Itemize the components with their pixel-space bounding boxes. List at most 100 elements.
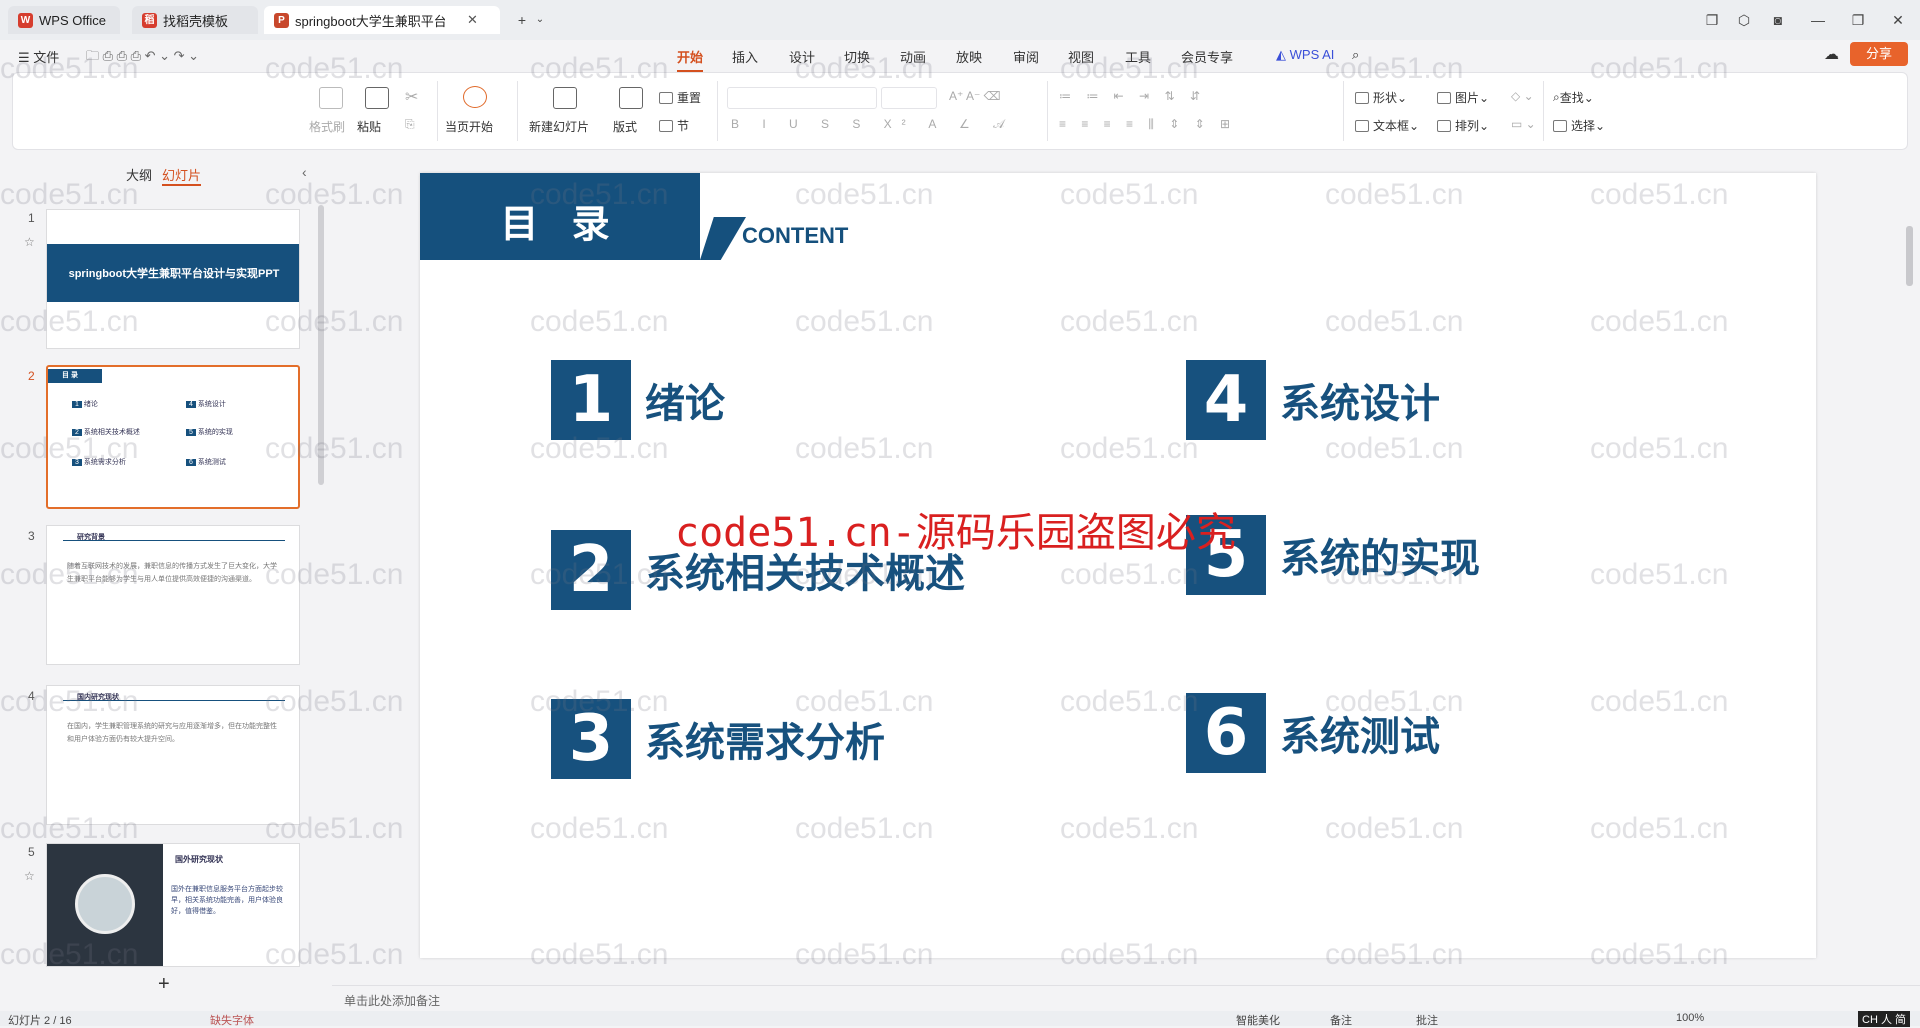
shape-button[interactable]: 形状 ⌄ <box>1355 89 1407 106</box>
list-buttons[interactable]: ≔ ≔ ⇤ ⇥ ⇅ ⇵ <box>1059 89 1206 103</box>
window-layout-icon[interactable]: ❐ <box>1702 10 1722 30</box>
tab-label: WPS Office <box>39 12 106 28</box>
tab-document[interactable]: Pspringboot大学生兼职平台 ✕ <box>264 6 500 34</box>
new-tab-icon[interactable]: + <box>512 10 532 30</box>
wps-ai-button[interactable]: ◭ WPS AI <box>1276 47 1334 63</box>
align-buttons[interactable]: ≡ ≡ ≡ ≡ ⫼ ⇕ ⇕ ⊞ <box>1059 117 1236 132</box>
toc-item-6[interactable]: 6 系统测试 <box>1186 693 1440 773</box>
menu-home[interactable]: 开始 <box>677 47 704 72</box>
ime-indicator[interactable]: CH 人 简 <box>1858 1011 1910 1027</box>
panel-scrollbar[interactable] <box>318 205 324 485</box>
text-format-buttons[interactable]: B I U S S X² A ∠ 𝒜 <box>731 117 1014 132</box>
menu-review[interactable]: 审阅 <box>1013 47 1039 66</box>
copy-icon[interactable]: ⎘ <box>405 117 415 132</box>
menu-bar: ☰ 文件 🗀 ⎙ ⎙ ⎙ ↶ ⌄ ↷ ⌄ 开始 插入 设计 切换 动画 放映 审… <box>0 40 1920 72</box>
toc-item-1[interactable]: 1 绪论 <box>551 360 725 440</box>
find-label: 查找 <box>1559 91 1584 105</box>
format-painter-button[interactable]: 格式刷 <box>309 118 345 135</box>
clock-image-icon <box>75 874 135 934</box>
collapse-panel-icon[interactable]: ‹ <box>302 164 307 180</box>
menu-design[interactable]: 设计 <box>789 47 815 66</box>
menu-slideshow[interactable]: 放映 <box>956 47 982 66</box>
toc-label: 绪论 <box>645 381 725 427</box>
restore-icon[interactable]: ❐ <box>1848 10 1868 30</box>
thumb-title: 目 录 <box>62 372 78 379</box>
menu-insert[interactable]: 插入 <box>732 47 758 66</box>
star-icon[interactable]: ☆ <box>24 869 35 883</box>
toc-number: 3 <box>551 699 631 779</box>
tab-wps-office[interactable]: W WPS Office <box>8 6 120 34</box>
play-from-current-button[interactable]: 当页开始 <box>445 118 493 135</box>
quick-access-toolbar[interactable]: 🗀 ⎙ ⎙ ⎙ ↶ ⌄ ↷ ⌄ <box>86 47 199 69</box>
cut-icon[interactable]: ✂ <box>405 87 418 107</box>
star-icon[interactable]: ☆ <box>24 235 35 249</box>
menu-transition[interactable]: 切换 <box>844 47 870 66</box>
slide-thumb-5[interactable]: 国外研究现状 国外在兼职信息服务平台方面起步较早，相关系统功能完善，用户体验良好… <box>46 843 300 967</box>
slide-subtitle[interactable]: CONTENT <box>742 223 848 249</box>
canvas-scrollbar[interactable] <box>1906 226 1913 286</box>
arrange-icon <box>1437 119 1451 132</box>
avatar[interactable]: ◙ <box>1768 10 1788 30</box>
menu-animation[interactable]: 动画 <box>900 47 926 66</box>
tab-slides[interactable]: 幻灯片 <box>162 165 202 186</box>
red-watermark: code51.cn-源码乐园盗图必究 <box>675 510 1236 556</box>
slide-number: 2 <box>28 369 35 383</box>
find-button[interactable]: ⌕ 查找 ⌄ <box>1553 89 1594 106</box>
slide-number: 1 <box>28 211 35 225</box>
fill-color-icon[interactable]: ◇ ⌄ <box>1511 89 1534 103</box>
slide-thumb-3[interactable]: 研究背景 随着互联网技术的发展，兼职信息的传播方式发生了巨大变化，大学生兼职平台… <box>46 525 300 665</box>
close-icon[interactable]: ✕ <box>467 12 478 28</box>
thumb-title: springboot大学生兼职平台设计与实现PPT <box>68 268 280 280</box>
minimize-icon[interactable]: — <box>1808 10 1828 30</box>
find-icon: ⌕ <box>1553 90 1560 104</box>
section-label: 节 <box>677 119 690 133</box>
tab-template[interactable]: 稻找稻壳模板 <box>132 6 258 34</box>
cloud-upload-icon[interactable]: ☁ <box>1824 45 1839 63</box>
toc-label: 系统设计 <box>1280 381 1440 427</box>
divider <box>1047 81 1048 141</box>
slide-thumb-1[interactable]: springboot大学生兼职平台设计与实现PPT <box>46 209 300 349</box>
textbox-button[interactable]: 文本框 ⌄ <box>1355 117 1419 134</box>
picture-button[interactable]: 图片 ⌄ <box>1437 89 1489 106</box>
toc-number: 2 <box>551 530 631 610</box>
menu-view[interactable]: 视图 <box>1068 47 1094 66</box>
chevron-down-icon[interactable]: ⌄ <box>530 10 550 30</box>
search-icon[interactable]: ⌕ <box>1352 47 1359 63</box>
status-bar: 幻灯片 2 / 16 缺失字体 智能美化 备注 批注 100% CH 人 简 <box>0 1011 1920 1027</box>
font-family-select[interactable] <box>727 87 877 109</box>
ppt-icon: P <box>274 12 289 28</box>
arrange-label: 排列 <box>1455 119 1480 133</box>
slide-thumb-2[interactable]: 目 录 1 绪论 2 系统相关技术概述 3 系统需求分析 4 系统设计 5 系统… <box>46 365 300 509</box>
shape-icon <box>1355 91 1369 104</box>
thumb-item-label: 系统的实现 <box>197 429 233 436</box>
arrange-button[interactable]: 排列 ⌄ <box>1437 117 1489 134</box>
tab-outline[interactable]: 大纲 <box>126 165 152 184</box>
section-button[interactable]: 节 <box>659 117 689 134</box>
slide-canvas[interactable]: 目 录 CONTENT 1 绪论 2 系统相关技术概述 3 系统需求分析 4 系统设计 … <box>420 173 1816 958</box>
toc-item-4[interactable]: 4 系统设计 <box>1186 360 1440 440</box>
notes-pane[interactable]: 单击此处添加备注 <box>332 985 1920 1011</box>
play-icon <box>463 86 487 108</box>
menu-member[interactable]: 会员专享 <box>1181 47 1233 66</box>
select-button[interactable]: 选择 ⌄ <box>1553 117 1605 134</box>
slide-thumb-4[interactable]: 国内研究现状 在国内，学生兼职管理系统的研究与应用逐渐增多，但在功能完整性和用户… <box>46 685 300 825</box>
share-button[interactable]: 分享 <box>1850 42 1908 66</box>
zoom-level[interactable]: 100% <box>1676 1012 1704 1024</box>
font-size-controls[interactable]: A⁺ A⁻ ⌫ <box>949 89 1001 103</box>
thumb-item-label: 系统测试 <box>197 459 226 466</box>
cube-icon[interactable]: ⬡ <box>1734 10 1754 30</box>
layout-button[interactable]: 版式 <box>613 118 637 135</box>
paste-button[interactable]: 粘贴 <box>357 118 381 135</box>
toc-item-3[interactable]: 3 系统需求分析 <box>551 699 885 779</box>
outline-color-icon[interactable]: ▭ ⌄ <box>1511 117 1536 131</box>
slide-thumbnail-panel: 大纲 幻灯片 ‹ 1 ☆ springboot大学生兼职平台设计与实现PPT 2… <box>0 155 320 995</box>
slide-title[interactable]: 目 录 <box>420 193 700 248</box>
add-slide-button[interactable]: + <box>158 973 170 996</box>
new-slide-button[interactable]: 新建幻灯片 <box>529 118 589 135</box>
font-size-select[interactable] <box>881 87 937 109</box>
thumb-item: 5 系统的实现 <box>186 427 233 437</box>
menu-tools[interactable]: 工具 <box>1125 47 1151 66</box>
close-window-icon[interactable]: ✕ <box>1888 10 1908 30</box>
menu-file[interactable]: ☰ 文件 <box>18 47 59 66</box>
reset-button[interactable]: 重置 <box>659 89 701 106</box>
